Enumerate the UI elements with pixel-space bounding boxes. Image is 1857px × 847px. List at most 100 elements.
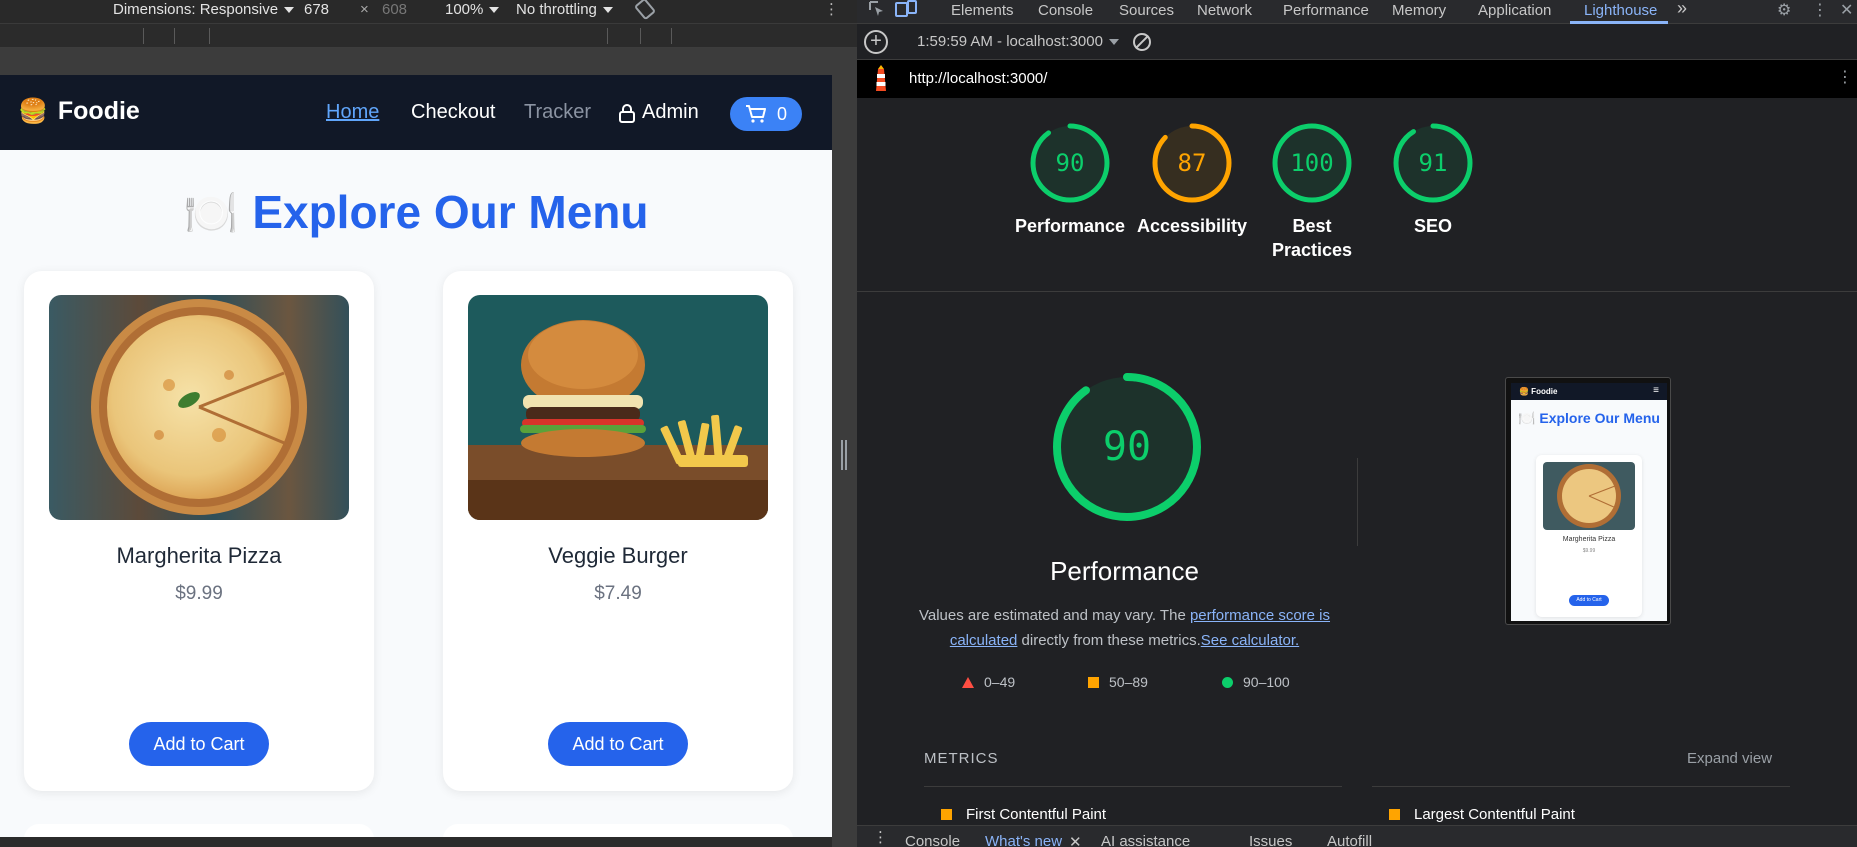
drawer-tab-issues[interactable]: Issues bbox=[1249, 833, 1292, 847]
new-report-plus-icon[interactable]: + bbox=[864, 30, 888, 54]
square-icon bbox=[1088, 677, 1099, 688]
drawer-menu-icon[interactable]: ⋮ bbox=[873, 828, 888, 846]
add-to-cart-button[interactable]: Add to Cart bbox=[548, 722, 688, 766]
circle-icon bbox=[1222, 677, 1233, 688]
metric-label: Largest Contentful Paint bbox=[1414, 806, 1575, 823]
add-to-cart-button[interactable]: Add to Cart bbox=[129, 722, 269, 766]
brand-logo[interactable]: 🍔 Foodie bbox=[18, 97, 140, 126]
inspect-element-icon[interactable] bbox=[868, 0, 886, 23]
device-emulation-pane: Dimensions: Responsive 678 × 608 100% No… bbox=[0, 0, 857, 847]
thumbnail-card: Margherita Pizza $9.99 Add to Cart bbox=[1536, 455, 1642, 617]
gauge-score: 90 bbox=[1056, 149, 1085, 177]
cart-count: 0 bbox=[776, 103, 787, 124]
performance-heading: Performance bbox=[1050, 556, 1199, 586]
more-options-icon[interactable]: ⋮ bbox=[824, 0, 839, 20]
score-gauge-performance[interactable]: 90 Performance bbox=[1010, 122, 1130, 238]
item-price: $7.49 bbox=[594, 583, 642, 604]
settings-gear-icon[interactable]: ⚙ bbox=[1777, 0, 1791, 20]
chevron-down-icon bbox=[602, 7, 613, 14]
tab-performance[interactable]: Performance bbox=[1283, 2, 1369, 19]
drawer-tab-console[interactable]: Console bbox=[905, 833, 960, 847]
final-screenshot-thumbnail[interactable]: 🍔 Foodie ≡ 🍽️ Explore Our Menu Margherit… bbox=[1505, 377, 1671, 625]
thumbnail-item-name: Margherita Pizza bbox=[1562, 536, 1616, 543]
zoom-select[interactable]: 100% bbox=[445, 0, 500, 20]
tab-elements[interactable]: Elements bbox=[951, 2, 1014, 19]
tab-console[interactable]: Console bbox=[1038, 2, 1093, 19]
legend-label: 50–89 bbox=[1109, 674, 1148, 690]
drawer-tab-whats-new[interactable]: What's new bbox=[985, 833, 1062, 847]
throttling-select[interactable]: No throttling bbox=[516, 0, 613, 20]
rotate-icon[interactable] bbox=[634, 0, 656, 26]
item-name: Margherita Pizza bbox=[116, 543, 282, 568]
gauge-ring: 87 bbox=[1152, 123, 1232, 203]
tab-sources[interactable]: Sources bbox=[1119, 2, 1174, 19]
score-gauge-accessibility[interactable]: 87 Accessibility bbox=[1132, 122, 1252, 238]
gauge-score: 100 bbox=[1290, 149, 1333, 177]
chevron-down-icon bbox=[284, 7, 295, 14]
legend-label: 90–100 bbox=[1243, 674, 1290, 690]
ruler-mark bbox=[209, 28, 210, 44]
legend-average: 50–89 bbox=[1088, 674, 1148, 690]
brand-name: Foodie bbox=[57, 97, 140, 125]
expand-view-toggle[interactable]: Expand view bbox=[1687, 750, 1772, 767]
gauge-label: Performance bbox=[1014, 216, 1126, 236]
resize-handle[interactable] bbox=[832, 75, 857, 847]
width-input[interactable]: 678 bbox=[304, 0, 329, 20]
burger-icon: 🍔 bbox=[18, 98, 48, 125]
metrics-heading: METRICS bbox=[924, 750, 999, 767]
thumbnail-screen: 🍔 Foodie ≡ 🍽️ Explore Our Menu Margherit… bbox=[1511, 383, 1667, 621]
nav-link-tracker[interactable]: Tracker bbox=[524, 101, 591, 124]
times-icon: × bbox=[360, 1, 369, 18]
devtools-drawer-tabbar: ⋮ Console What's new ✕ AI assistance Iss… bbox=[857, 825, 1857, 847]
chevron-down-icon bbox=[489, 7, 500, 14]
cart-icon bbox=[745, 105, 766, 123]
tab-network[interactable]: Network bbox=[1197, 2, 1252, 19]
score-gauge-seo[interactable]: 91 SEO bbox=[1373, 122, 1493, 238]
more-options-icon[interactable]: ⋮ bbox=[1812, 0, 1828, 20]
tab-application[interactable]: Application bbox=[1478, 2, 1551, 19]
gauge-score: 90 bbox=[1103, 424, 1151, 470]
nav-link-checkout[interactable]: Checkout bbox=[411, 101, 496, 124]
dimensions-label: Dimensions: Responsive bbox=[113, 1, 279, 18]
metric-label: First Contentful Paint bbox=[966, 806, 1107, 823]
more-tabs-icon[interactable]: » bbox=[1677, 0, 1687, 19]
gauge-ring: 91 bbox=[1393, 123, 1473, 203]
thumbnail-navbar: 🍔 Foodie ≡ bbox=[1511, 383, 1667, 400]
metric-first-contentful-paint: First Contentful Paint bbox=[941, 806, 1106, 823]
more-options-icon[interactable]: ⋮ bbox=[1837, 67, 1853, 87]
close-icon[interactable]: ✕ bbox=[1840, 0, 1853, 20]
see-calculator-link[interactable]: See calculator. bbox=[1201, 632, 1299, 649]
drag-grip-icon[interactable] bbox=[841, 440, 847, 470]
report-url[interactable]: http://localhost:3000/ bbox=[909, 70, 1047, 87]
tab-memory[interactable]: Memory bbox=[1392, 2, 1446, 19]
drawer-tab-ai-assistance[interactable]: AI assistance bbox=[1101, 833, 1190, 847]
score-gauge-best-practices[interactable]: 100 Best Practices bbox=[1252, 122, 1372, 262]
nav-link-home[interactable]: Home bbox=[326, 101, 379, 124]
desc-text: directly from these metrics. bbox=[1017, 632, 1201, 649]
device-toolbar-icon[interactable] bbox=[895, 0, 917, 23]
thumbnail-brand: 🍔 Foodie bbox=[1519, 387, 1558, 396]
nav-link-admin[interactable]: Admin bbox=[618, 101, 699, 124]
hamburger-menu-icon: ≡ bbox=[1653, 385, 1659, 396]
plate-icon: 🍽️ bbox=[183, 189, 239, 238]
height-input[interactable]: 608 bbox=[382, 0, 407, 20]
thumbnail-add-button: Add to Cart bbox=[1569, 595, 1609, 606]
throttling-label: No throttling bbox=[516, 1, 597, 18]
clear-block-icon[interactable] bbox=[1133, 33, 1151, 51]
desc-text: Values are estimated and may vary. The bbox=[918, 607, 1190, 624]
close-icon[interactable]: ✕ bbox=[1069, 833, 1082, 847]
item-name: Veggie Burger bbox=[548, 543, 688, 568]
ruler-mark bbox=[607, 28, 608, 44]
report-select[interactable]: 1:59:59 AM - localhost:3000 bbox=[917, 33, 1119, 50]
square-icon bbox=[941, 809, 952, 820]
legend-label: 0–49 bbox=[984, 674, 1016, 690]
gauge-label: Accessibility bbox=[1136, 216, 1248, 236]
drawer-tab-autofill[interactable]: Autofill bbox=[1327, 833, 1372, 847]
page-title-text: Explore Our Menu bbox=[252, 186, 649, 238]
chevron-down-icon bbox=[1108, 39, 1119, 46]
tab-lighthouse[interactable]: Lighthouse bbox=[1584, 2, 1657, 19]
dimensions-select[interactable]: Dimensions: Responsive bbox=[113, 0, 295, 20]
divider bbox=[857, 291, 1857, 292]
horizontal-scrollbar[interactable] bbox=[0, 837, 832, 847]
cart-button[interactable]: 0 bbox=[730, 97, 802, 131]
